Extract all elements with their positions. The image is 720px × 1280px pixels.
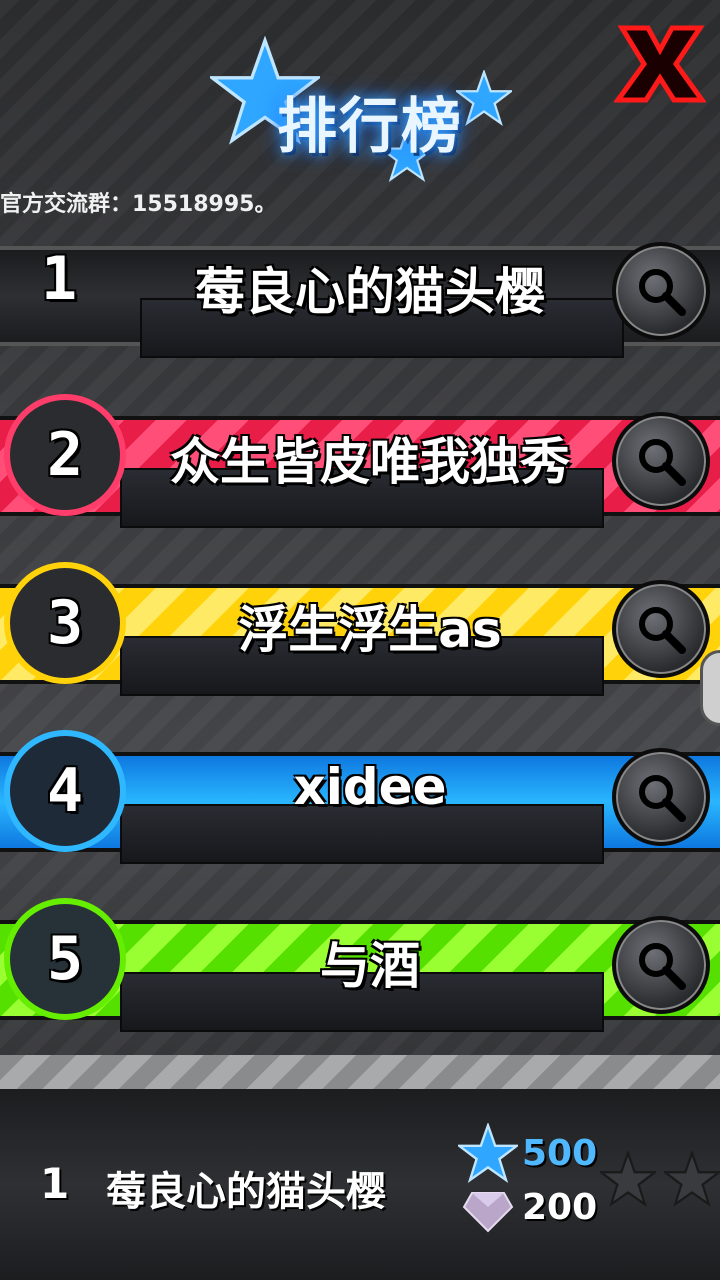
close-button[interactable]	[612, 22, 708, 106]
rank-badge: 5	[4, 898, 126, 1020]
rank-number: 1	[40, 244, 78, 314]
player-name[interactable]: 与酒	[120, 926, 620, 998]
page-title: 排行榜	[277, 92, 463, 162]
divider	[0, 1055, 720, 1089]
magnifier-icon	[639, 607, 686, 654]
player-name[interactable]: 莓良心的猫头樱	[120, 252, 620, 324]
rank-number: 2	[46, 420, 84, 490]
player-name[interactable]: 众生皆皮唯我独秀	[120, 422, 620, 494]
empty-star-icon	[664, 1151, 720, 1207]
view-player-button[interactable]	[612, 412, 710, 510]
leaderboard-row: 5 与酒	[0, 892, 720, 1042]
leaderboard-row: 2 众生皆皮唯我独秀	[0, 388, 720, 538]
view-player-button[interactable]	[612, 242, 710, 340]
rank-number: 5	[46, 924, 84, 994]
group-notice: 官方交流群：15518995。	[0, 192, 277, 217]
rank-number: 4	[46, 756, 84, 826]
player-name[interactable]: 浮生浮生as	[120, 590, 620, 662]
leaderboard-row: 3 浮生浮生as	[0, 556, 720, 706]
leaderboard-row: 1 莓良心的猫头樱	[0, 218, 720, 368]
magnifier-icon	[639, 775, 686, 822]
my-player-name: 莓良心的猫头樱	[106, 1169, 386, 1215]
crystal-gem-icon	[462, 1192, 514, 1233]
magnifier-icon	[639, 943, 686, 990]
view-player-button[interactable]	[612, 580, 710, 678]
player-name[interactable]: xidee	[120, 758, 620, 816]
rank-number: 3	[46, 588, 84, 658]
my-rank-panel: 1 莓良心的猫头樱 500 200	[0, 1089, 720, 1280]
rank-badge: 3	[4, 562, 126, 684]
magnifier-icon	[639, 439, 686, 486]
header: 排行榜 官方交流群：15518995。	[0, 0, 720, 217]
star-count: 500	[522, 1133, 598, 1174]
leaderboard-row: 4 xidee	[0, 724, 720, 874]
empty-star-icon	[600, 1151, 656, 1207]
my-rank-number: 1	[40, 1159, 70, 1208]
rank-badge: 1	[4, 224, 114, 334]
blue-star-icon	[458, 1123, 518, 1183]
gem-count: 200	[522, 1187, 598, 1228]
side-tab-handle[interactable]	[700, 650, 720, 726]
view-player-button[interactable]	[612, 748, 710, 846]
view-player-button[interactable]	[612, 916, 710, 1014]
rank-badge: 4	[4, 730, 126, 852]
close-x-icon	[614, 25, 706, 103]
rank-badge: 2	[4, 394, 126, 516]
magnifier-icon	[639, 269, 686, 316]
